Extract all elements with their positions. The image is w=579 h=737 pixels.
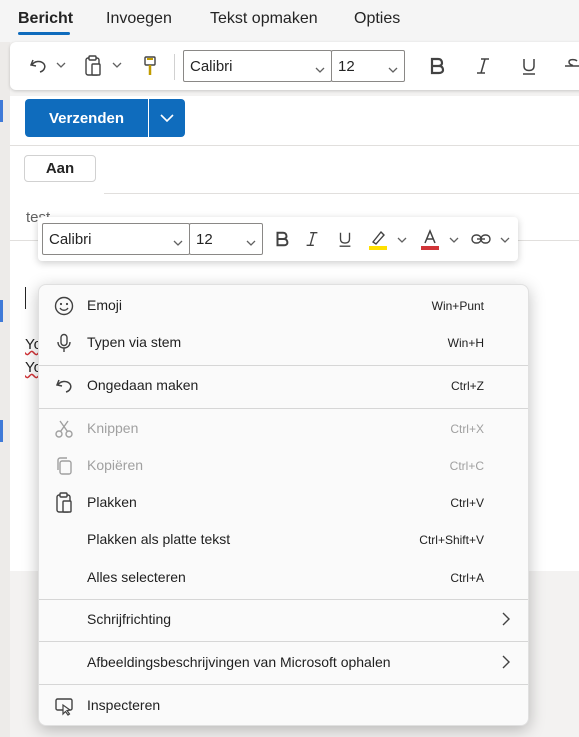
- menu-item-paste-plain-text[interactable]: Plakken als platte tekst Ctrl+Shift+V: [39, 523, 528, 555]
- chevron-right-icon: [502, 655, 510, 674]
- send-options-button[interactable]: [149, 99, 185, 137]
- undo-dropdown-icon[interactable]: [55, 58, 67, 72]
- to-field-underline: [104, 193, 579, 194]
- menu-item-image-descriptions[interactable]: Afbeeldingsbeschrijvingen van Microsoft …: [39, 646, 528, 678]
- chevron-down-icon: [388, 60, 398, 77]
- menu-item-undo[interactable]: Ongedaan maken Ctrl+Z: [39, 369, 528, 401]
- menu-item-writing-direction[interactable]: Schrijfrichting: [39, 603, 528, 635]
- menu-item-voice-typing[interactable]: Typen via stem Win+H: [39, 326, 528, 358]
- chevron-down-icon: [173, 233, 183, 250]
- ribbon-separator: [174, 54, 175, 80]
- font-name-select[interactable]: Calibri: [42, 223, 190, 255]
- menu-item-emoji[interactable]: Emoji Win+Punt: [39, 289, 528, 321]
- paste-icon[interactable]: [81, 54, 105, 78]
- undo-icon[interactable]: [26, 54, 50, 78]
- menu-item-label: Plakken: [87, 494, 137, 510]
- ribbon-tabs: Bericht Invoegen Tekst opmaken Opties: [0, 0, 579, 42]
- undo-icon: [53, 375, 75, 397]
- font-color-icon[interactable]: [418, 227, 442, 251]
- menu-separator: [39, 365, 528, 366]
- font-name-value: Calibri: [190, 57, 233, 75]
- underline-icon[interactable]: [517, 54, 541, 78]
- menu-item-label: Inspecteren: [87, 697, 161, 713]
- menu-item-label: Plakken als platte tekst: [87, 531, 231, 547]
- menu-item-label: Alles selecteren: [87, 569, 186, 585]
- menu-item-cut: Knippen Ctrl+X: [39, 412, 528, 444]
- link-icon[interactable]: [469, 227, 493, 251]
- menu-separator: [39, 684, 528, 685]
- menu-separator: [39, 641, 528, 642]
- menu-item-label: Kopiëren: [87, 457, 144, 473]
- chevron-down-icon: [315, 60, 325, 77]
- chevron-right-icon: [502, 612, 510, 631]
- tab-invoegen[interactable]: Invoegen: [106, 10, 172, 28]
- menu-item-select-all[interactable]: Alles selecteren Ctrl+A: [39, 561, 528, 593]
- font-color-dropdown-icon[interactable]: [448, 233, 460, 247]
- font-name-select[interactable]: Calibri: [183, 50, 332, 82]
- divider: [10, 145, 579, 146]
- font-name-value: Calibri: [49, 230, 92, 248]
- copy-icon: [53, 455, 75, 477]
- menu-item-shortcut: Ctrl+V: [450, 496, 484, 510]
- menu-item-paste[interactable]: Plakken Ctrl+V: [39, 486, 528, 518]
- menu-item-label: Knippen: [87, 420, 139, 436]
- menu-item-label: Typen via stem: [87, 334, 182, 350]
- menu-separator: [39, 408, 528, 409]
- chevron-down-icon: [246, 233, 256, 250]
- font-size-select[interactable]: 12: [189, 223, 263, 255]
- underline-icon[interactable]: [333, 227, 357, 251]
- menu-item-shortcut: Win+Punt: [431, 299, 484, 313]
- left-edge-strip: [0, 300, 3, 322]
- italic-icon[interactable]: [471, 54, 495, 78]
- context-menu: Emoji Win+Punt Typen via stem Win+H Onge…: [38, 284, 529, 726]
- floating-format-toolbar: Calibri 12: [38, 217, 518, 261]
- to-button[interactable]: Aan: [24, 155, 96, 182]
- format-painter-icon[interactable]: [138, 54, 162, 78]
- font-size-select[interactable]: 12: [331, 50, 405, 82]
- paste-icon: [53, 492, 75, 514]
- tab-tekst-opmaken[interactable]: Tekst opmaken: [210, 10, 318, 28]
- active-tab-indicator: [18, 32, 70, 35]
- ribbon-toolbar: Calibri 12: [10, 42, 579, 90]
- menu-item-label: Emoji: [87, 297, 123, 313]
- paste-dropdown-icon[interactable]: [111, 58, 123, 72]
- left-edge-strip: [0, 420, 3, 442]
- highlight-icon[interactable]: [366, 227, 390, 251]
- text-cursor: [25, 287, 26, 309]
- app-left-edge: [0, 0, 10, 737]
- menu-item-inspect[interactable]: Inspecteren: [39, 689, 528, 721]
- bold-icon[interactable]: [270, 227, 294, 251]
- menu-item-label: Schrijfrichting: [87, 611, 172, 627]
- menu-item-copy: Kopiëren Ctrl+C: [39, 449, 528, 481]
- chevron-down-icon: [160, 109, 174, 127]
- menu-item-shortcut: Ctrl+A: [450, 571, 484, 585]
- menu-item-shortcut: Win+H: [447, 336, 484, 350]
- emoji-icon: [53, 295, 75, 317]
- italic-icon[interactable]: [300, 227, 324, 251]
- highlight-dropdown-icon[interactable]: [396, 233, 408, 247]
- send-button[interactable]: Verzenden: [25, 99, 148, 137]
- link-dropdown-icon[interactable]: [499, 233, 511, 247]
- menu-item-label: Afbeeldingsbeschrijvingen van Microsoft …: [87, 654, 391, 670]
- microphone-icon: [53, 332, 75, 354]
- menu-item-shortcut: Ctrl+X: [450, 422, 484, 436]
- tab-opties[interactable]: Opties: [354, 10, 400, 28]
- left-edge-strip: [0, 100, 3, 122]
- font-size-value: 12: [196, 230, 213, 248]
- inspect-icon: [53, 695, 75, 717]
- menu-item-shortcut: Ctrl+Z: [451, 379, 484, 393]
- menu-separator: [39, 599, 528, 600]
- menu-item-shortcut: Ctrl+Shift+V: [419, 533, 484, 547]
- strikethrough-icon[interactable]: [560, 54, 579, 78]
- scissors-icon: [53, 418, 75, 440]
- tab-bericht[interactable]: Bericht: [18, 10, 73, 28]
- menu-item-shortcut: Ctrl+C: [449, 459, 484, 473]
- font-size-value: 12: [338, 57, 355, 75]
- bold-icon[interactable]: [425, 54, 449, 78]
- menu-item-label: Ongedaan maken: [87, 377, 199, 393]
